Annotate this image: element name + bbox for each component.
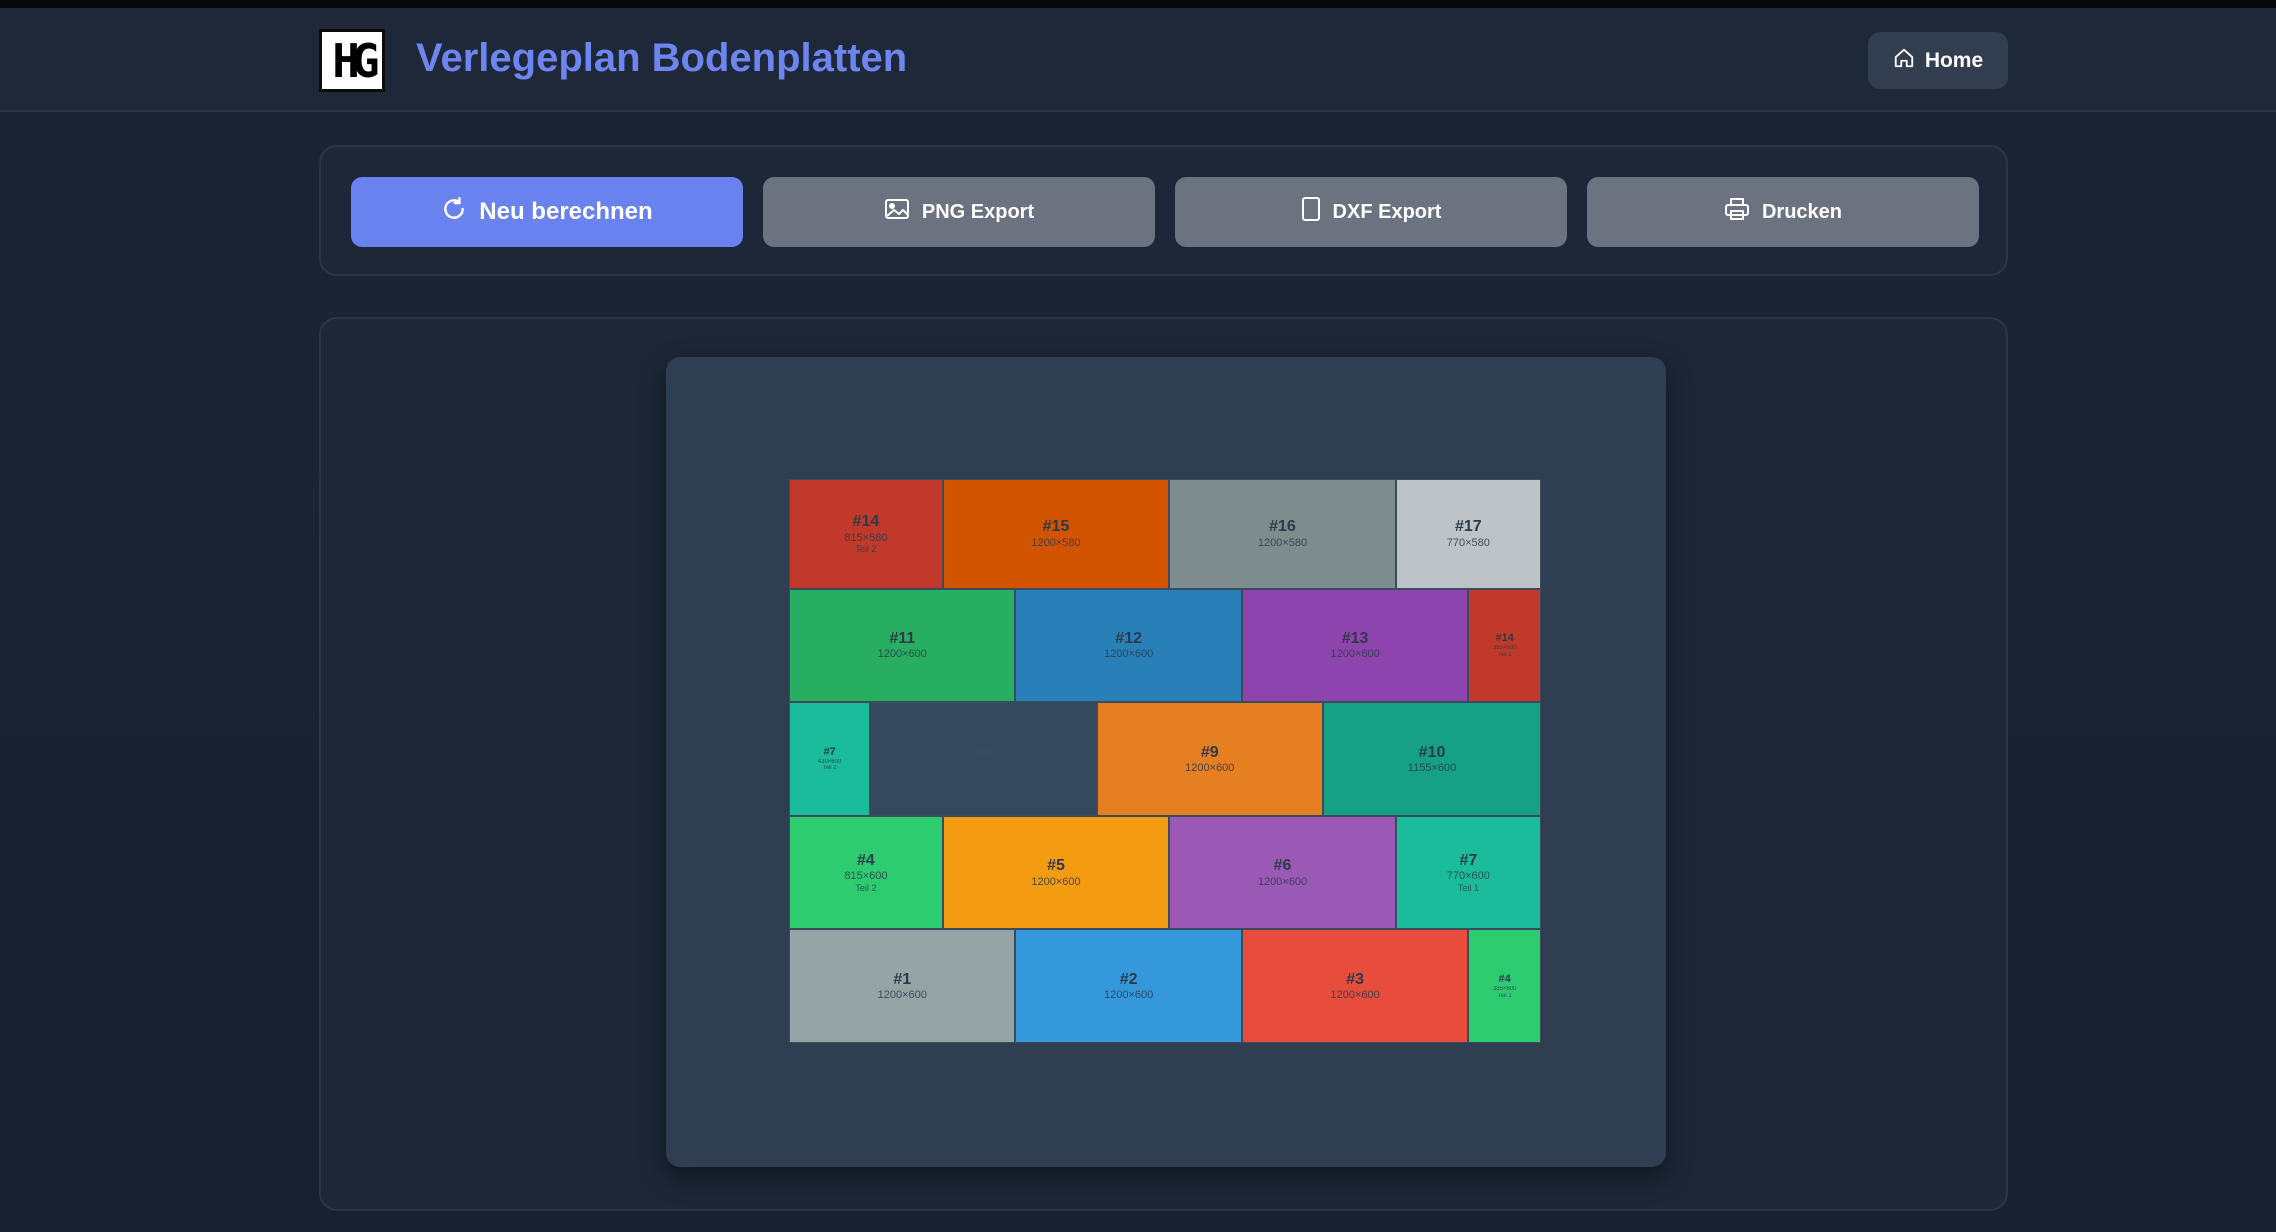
plate-tile: #12 1200×600 (1015, 588, 1242, 703)
plate-tile: #4 815×600 Teil 2 (789, 815, 943, 930)
plate-dimensions: 385×600 (1492, 644, 1517, 651)
plan-canvas[interactable]: #14 815×580 Teil 2 #15 1200×580 #16 1200×580 #1… (666, 357, 1666, 1167)
plate-dimensions: 385×600 (1492, 985, 1517, 992)
plate-tile: #3 1200×600 (1241, 929, 1469, 1043)
home-label: Home (1924, 48, 1984, 72)
png-export-button[interactable]: PNG Export (763, 177, 1155, 247)
refresh-icon (441, 196, 467, 229)
window-top-edge (0, 0, 2276, 8)
dxf-export-label: DXF Export (1332, 200, 1442, 223)
recalculate-label: Neu berechnen (479, 198, 653, 225)
plate-dimensions: 1200×600 (1031, 875, 1081, 888)
plate-tile: #7 770×600 Teil 1 (1395, 815, 1541, 930)
plate-part: Teil 2 (855, 544, 877, 555)
plate-number: #6 (1273, 857, 1292, 875)
plate-number: #7 (823, 745, 836, 758)
plate-dimensions: 770×580 (1446, 536, 1490, 549)
plate-number: #8 (974, 743, 993, 761)
plate-tile: #10 1155×600 (1323, 702, 1541, 816)
plan-panel: #14 815×580 Teil 2 #15 1200×580 #16 1200×580 #1… (319, 317, 2008, 1211)
home-button[interactable]: Home (1868, 32, 2008, 89)
plate-number: #5 (1047, 857, 1065, 875)
plate-tile: #5 1200×600 (942, 815, 1170, 930)
plate-tile: #17 770×580 (1395, 479, 1541, 589)
home-icon (1893, 47, 1915, 75)
plate-tile: #1 1200×600 (789, 929, 1016, 1043)
tile-layout: #14 815×580 Teil 2 #15 1200×580 #16 1200×580 #1… (789, 479, 1541, 1043)
plate-tile: #6 1200×600 (1169, 815, 1396, 930)
plate-number: #13 (1341, 630, 1369, 648)
dxf-export-button[interactable]: DXF Export (1175, 177, 1567, 247)
plate-dimensions: 1155×600 (1407, 761, 1457, 774)
plate-number: #4 (856, 851, 875, 869)
app-header: HG Verlegeplan Bodenplatten Home (0, 8, 2276, 112)
plate-number: #14 (1495, 632, 1514, 645)
plate-number: #15 (1042, 518, 1070, 536)
plate-number: #9 (1200, 743, 1219, 761)
plate-part: Teil 1 (1457, 882, 1479, 893)
plate-tile: #15 1200×580 (942, 479, 1170, 589)
plate-tile: #4 385×600 Teil 1 (1468, 929, 1541, 1043)
logo-text: HG (332, 33, 379, 88)
plate-dimensions: 770×600 (1446, 870, 1490, 883)
plate-dimensions: 1200×600 (1257, 875, 1308, 888)
plate-number: #2 (1119, 970, 1138, 988)
plate-dimensions: 1200×600 (1185, 761, 1235, 774)
plate-number: #10 (1418, 743, 1446, 761)
plate-number: #14 (852, 513, 880, 531)
plate-number: #3 (1346, 970, 1364, 988)
plate-tile: #14 815×580 Teil 2 (789, 479, 943, 589)
plate-dimensions: 430×600 (817, 758, 842, 765)
plate-number: #17 (1454, 518, 1482, 536)
plate-tile: #7 430×600 Teil 2 (789, 702, 871, 816)
plate-number: #11 (889, 630, 916, 648)
plate-dimensions: 1200×600 (1330, 989, 1380, 1002)
plate-tile: #8 1200×600 (870, 702, 1097, 816)
plate-dimensions: 1200×600 (877, 648, 927, 661)
plate-tile: #16 1200×580 (1169, 479, 1396, 589)
plate-tile: #11 1200×600 (789, 588, 1016, 703)
plate-dimensions: 1200×600 (1104, 989, 1154, 1002)
plate-number: #7 (1459, 851, 1478, 869)
plate-part: Teil 2 (855, 882, 877, 893)
plate-tile: #14 385×600 Teil 1 (1468, 588, 1541, 703)
plate-tile: #9 1200×600 (1096, 702, 1324, 816)
plate-dimensions: 815×580 (844, 531, 888, 544)
plate-dimensions: 1200×580 (1031, 536, 1081, 549)
plate-part: Teil 1 (1497, 992, 1512, 999)
plate-dimensions: 815×600 (844, 870, 888, 883)
plate-number: #12 (1115, 630, 1142, 648)
plate-part: Teil 1 (1497, 651, 1512, 658)
hg-logo[interactable]: HG (319, 29, 385, 92)
plate-number: #16 (1269, 518, 1296, 536)
plate-number: #4 (1498, 973, 1511, 985)
print-button[interactable]: Drucken (1587, 177, 1979, 247)
png-export-label: PNG Export (921, 200, 1035, 223)
page-title: Verlegeplan Bodenplatten (416, 36, 908, 80)
file-icon (1301, 196, 1321, 228)
recalculate-button[interactable]: Neu berechnen (351, 177, 743, 247)
image-icon (884, 197, 910, 227)
plate-dimensions: 1200×580 (1257, 536, 1308, 549)
plate-dimensions: 1200×600 (1330, 648, 1380, 661)
plate-tile: #2 1200×600 (1015, 929, 1242, 1043)
plate-dimensions: 1200×600 (1104, 648, 1154, 661)
plate-part: Teil 2 (822, 765, 837, 772)
plate-dimensions: 1200×600 (877, 989, 927, 1002)
plate-tile: #13 1200×600 (1241, 588, 1469, 703)
print-label: Drucken (1761, 200, 1843, 223)
plate-dimensions: 1200×600 (958, 761, 1008, 774)
toolbar: Neu berechnen PNG Export DXF Export Druc… (319, 145, 2008, 276)
printer-icon (1724, 197, 1750, 227)
plate-number: #1 (893, 970, 912, 988)
